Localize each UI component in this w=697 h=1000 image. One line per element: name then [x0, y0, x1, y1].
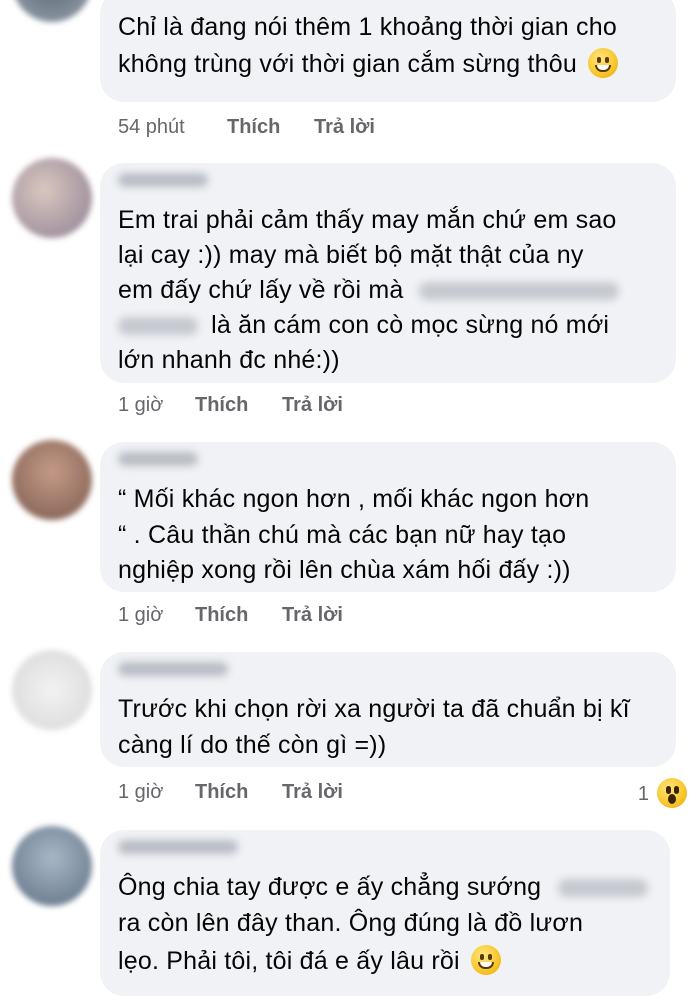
comment-bubble: Chỉ là đang nói thêm 1 khoảng thời gian …: [100, 0, 676, 102]
commenter-name[interactable]: [118, 452, 198, 466]
comment-text-line: lại cay :)) may mà biết bộ mặt thật của …: [118, 241, 584, 269]
reaction-summary[interactable]: 1: [638, 778, 687, 808]
grinning-face-icon: [470, 945, 501, 975]
comment-text-line: em đấy chứ lấy về rồi mà: [118, 273, 619, 307]
comment-text-line: lẹo. Phải tôi, tôi đá e ấy lâu rồi: [118, 944, 501, 978]
comment-text-line: lớn nhanh đc nhé:)): [118, 346, 340, 374]
comment-text-line: không trùng với thời gian cắm sừng thôu: [118, 47, 619, 81]
avatar[interactable]: [12, 0, 92, 22]
comment-text-line: là ăn cám con cò mọc sừng nó mới: [118, 308, 609, 342]
commenter-name[interactable]: [118, 173, 208, 187]
avatar[interactable]: [12, 650, 92, 730]
avatar[interactable]: [12, 826, 92, 906]
redacted-text: [418, 282, 619, 301]
wow-face-icon: [657, 778, 687, 808]
like-button[interactable]: Thích: [195, 394, 248, 417]
comment-text-line: Ông chia tay được e ấy chẳng sướng: [118, 870, 649, 904]
grinning-face-icon: [588, 48, 619, 78]
comment-bubble: “ Mối khác ngon hơn , mối khác ngon hơn …: [100, 442, 676, 592]
comment-timestamp: 54 phút: [118, 116, 185, 138]
comment-text-line: nghiệp xong rồi lên chùa xám hối đấy :)): [118, 556, 571, 584]
comment-bubble: Trước khi chọn rời xa người ta đã chuẩn …: [100, 652, 676, 767]
redacted-text: [118, 317, 198, 336]
reaction-count: 1: [637, 783, 649, 805]
comment-bubble: Em trai phải cảm thấy may mắn chứ em sao…: [100, 163, 676, 383]
comment-text-line: Trước khi chọn rời xa người ta đã chuẩn …: [118, 695, 630, 723]
comment-timestamp: 1 giờ: [118, 781, 164, 803]
comment-text-line: Em trai phải cảm thấy may mắn chứ em sao: [118, 206, 617, 234]
redacted-text: [558, 879, 649, 898]
commenter-name[interactable]: [118, 840, 238, 854]
commenter-name[interactable]: [118, 662, 228, 676]
like-button[interactable]: Thích: [227, 116, 280, 139]
comment-timestamp: 1 giờ: [118, 394, 164, 416]
comment-timestamp: 1 giờ: [118, 604, 164, 626]
comment-text-line: ra còn lên đây than. Ông đúng là đồ lươn: [118, 909, 584, 937]
comment-text-line: Chỉ là đang nói thêm 1 khoảng thời gian …: [118, 13, 617, 41]
avatar[interactable]: [12, 440, 92, 520]
like-button[interactable]: Thích: [195, 604, 248, 627]
comment-text-line: “ Mối khác ngon hơn , mối khác ngon hơn: [118, 485, 590, 513]
like-button[interactable]: Thích: [195, 781, 248, 804]
reply-button[interactable]: Trả lời: [314, 116, 375, 139]
avatar[interactable]: [12, 158, 92, 238]
reply-button[interactable]: Trả lời: [282, 781, 343, 804]
comment-text-line: “ . Câu thần chú mà các bạn nữ hay tạo: [118, 521, 567, 549]
reply-button[interactable]: Trả lời: [282, 394, 343, 417]
comment-bubble: Ông chia tay được e ấy chẳng sướng ra cò…: [100, 830, 670, 996]
comment-text-line: càng lí do thế còn gì =)): [118, 731, 387, 759]
reply-button[interactable]: Trả lời: [282, 604, 343, 627]
